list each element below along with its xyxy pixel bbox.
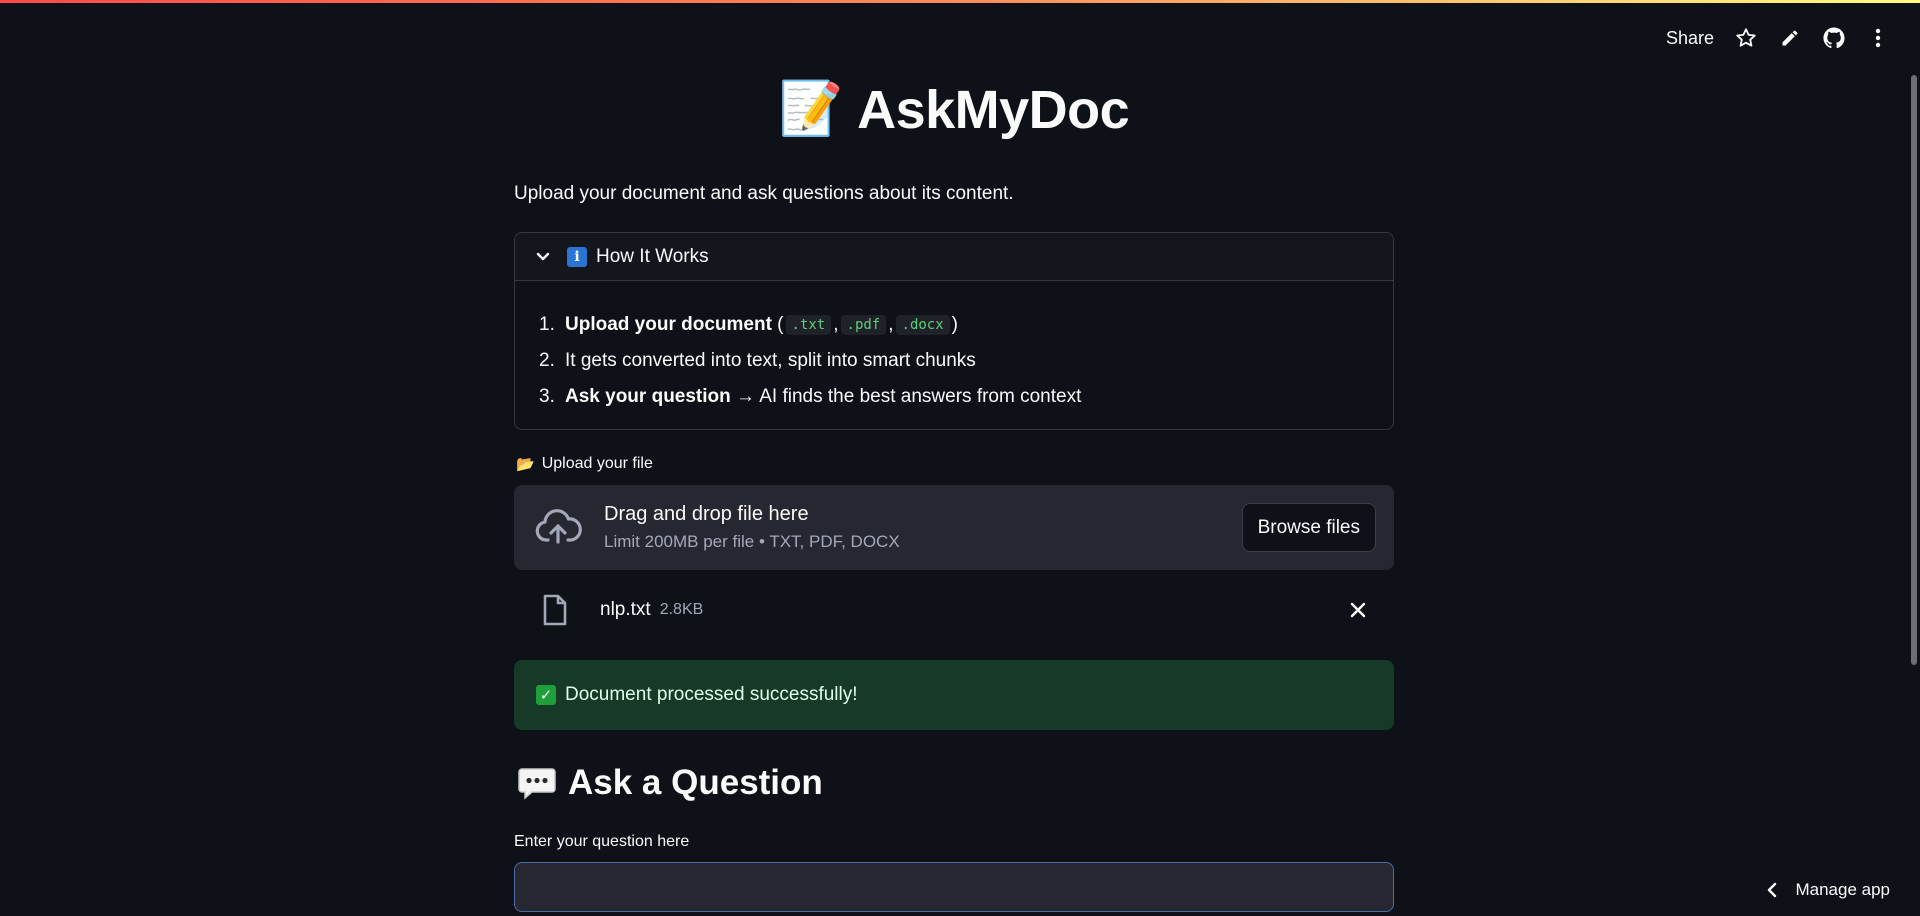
step-bold-text: Upload your document <box>565 314 772 335</box>
how-it-works-expander: i How It Works 1. Upload your document (… <box>514 232 1394 430</box>
file-type-tag: .txt <box>785 315 832 335</box>
manage-app-label: Manage app <box>1795 880 1890 899</box>
speech-bubble-icon <box>518 768 556 800</box>
list-item: 3. Ask your question → AI finds the best… <box>539 386 1082 407</box>
step-bold-text: Ask your question <box>565 386 731 407</box>
folder-icon: 📂 <box>516 455 535 473</box>
close-icon[interactable] <box>1348 600 1368 620</box>
success-message: Document processed successfully! <box>565 684 858 705</box>
uploaded-file-row: nlp.txt 2.8KB <box>514 590 1394 630</box>
pencil-icon[interactable] <box>1768 22 1812 54</box>
file-type-tag: .pdf <box>840 315 887 335</box>
list-item: 2. It gets converted into text, split in… <box>539 350 976 371</box>
star-icon[interactable] <box>1724 22 1768 54</box>
manage-app-button[interactable]: Manage app <box>1767 880 1890 900</box>
share-button[interactable]: Share <box>1656 28 1724 49</box>
file-dropzone[interactable]: Drag and drop file here Limit 200MB per … <box>514 485 1394 570</box>
file-name: nlp.txt <box>600 599 651 620</box>
app-toolbar: Share <box>1656 22 1900 54</box>
chevron-left-icon <box>1768 882 1777 898</box>
dropzone-limits: Limit 200MB per file • TXT, PDF, DOCX <box>604 532 900 551</box>
uploader-label: 📂 Upload your file <box>516 455 653 473</box>
memo-icon: 📝 <box>778 79 844 139</box>
step-text: It gets converted into text, split into … <box>565 350 976 371</box>
ask-question-title: Ask a Question <box>568 763 823 802</box>
file-type-tag: .docx <box>895 315 950 335</box>
list-item: 1. Upload your document ( .txt, .pdf, .d… <box>539 314 958 335</box>
scrollbar-thumb[interactable] <box>1911 75 1917 665</box>
ask-question-heading: Ask a Question <box>518 763 823 803</box>
file-size: 2.8KB <box>659 601 704 618</box>
step-text: → AI finds the best answers from context <box>730 386 1082 407</box>
expander-title: How It Works <box>596 245 709 267</box>
question-input[interactable] <box>514 862 1394 912</box>
dropzone-text: Drag and drop file here Limit 200MB per … <box>604 503 900 552</box>
info-icon: i <box>567 246 587 267</box>
file-icon <box>543 594 567 626</box>
uploader-label-text: Upload your file <box>541 455 653 472</box>
header-decoration-bar <box>0 0 1920 3</box>
check-icon: ✓ <box>536 685 556 705</box>
page-subtitle: Upload your document and ask questions a… <box>514 183 1014 204</box>
success-alert: ✓ Document processed successfully! <box>514 660 1394 730</box>
page-title-text: AskMyDoc <box>857 80 1130 140</box>
github-icon[interactable] <box>1812 22 1856 54</box>
dropzone-instructions: Drag and drop file here <box>604 503 809 525</box>
browse-files-button[interactable]: Browse files <box>1241 503 1376 552</box>
expander-body: 1. Upload your document ( .txt, .pdf, .d… <box>515 281 1393 415</box>
page-title: 📝 AskMyDoc <box>514 78 1394 141</box>
chevron-down-icon <box>533 247 553 267</box>
question-input-label: Enter your question here <box>514 833 690 850</box>
more-vertical-icon[interactable] <box>1856 22 1900 54</box>
cloud-upload-icon <box>535 508 582 544</box>
expander-header[interactable]: i How It Works <box>515 233 1393 281</box>
